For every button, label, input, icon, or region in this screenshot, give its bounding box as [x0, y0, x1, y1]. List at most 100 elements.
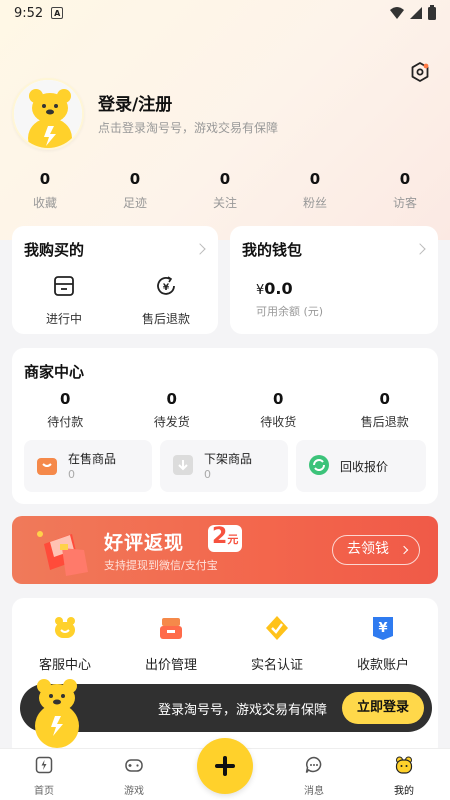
notification-icon: A: [51, 7, 64, 19]
stat-value: 0: [39, 170, 51, 188]
card-title: 商家中心: [24, 363, 85, 381]
stat-value: 0: [399, 170, 411, 188]
stat-value: 0: [309, 170, 321, 188]
amount-unit: 元: [227, 533, 239, 546]
bear-mascot-icon: [35, 679, 79, 748]
message-icon: [305, 756, 322, 773]
service-bid-management[interactable]: 出价管理: [118, 614, 224, 673]
red-envelope-hand-icon: [37, 531, 88, 576]
wallet-account-icon: ¥: [373, 617, 393, 640]
tile-on-sale[interactable]: 在售商品 0: [24, 440, 152, 492]
tile-label: 下架商品: [204, 452, 253, 466]
status-bar: 9:52 A: [0, 0, 450, 26]
login-hint: 点击登录淘号号，游戏交易有保障: [98, 121, 279, 135]
settings-icon[interactable]: [408, 60, 432, 84]
bear-icon: [395, 756, 413, 774]
tab-label: 我的: [394, 786, 414, 797]
wifi-icon: [390, 7, 404, 19]
stat-value: 0: [379, 390, 390, 408]
stat-value: 0: [60, 390, 71, 408]
stat-visitors[interactable]: 0 访客: [360, 170, 450, 211]
stat-history[interactable]: 0 足迹: [90, 170, 180, 211]
tab-label: 游戏: [124, 786, 144, 797]
stat-label: 待付款: [47, 415, 84, 429]
service-label: 出价管理: [144, 658, 197, 673]
signal-icon: [410, 7, 422, 19]
tile-label: 在售商品: [68, 452, 117, 466]
verify-icon: [266, 616, 288, 640]
after-sale-refund[interactable]: ¥ 售后退款: [126, 274, 206, 327]
claim-cash-button[interactable]: 去领钱: [332, 535, 420, 565]
tab-label: 首页: [34, 786, 54, 797]
service-label: 客服中心: [38, 658, 91, 673]
tab-home[interactable]: 首页: [14, 755, 74, 797]
amount-value: 2: [212, 524, 228, 549]
stat-value: 0: [166, 390, 177, 408]
tile-label: 回收报价: [340, 460, 389, 474]
home-icon: [35, 756, 53, 774]
stat-label: 待收货: [260, 415, 297, 429]
avatar[interactable]: [12, 78, 84, 150]
service-payment-account[interactable]: ¥ 收款账户: [330, 614, 436, 673]
chevron-right-icon: [414, 243, 426, 255]
stat-value: 0: [129, 170, 141, 188]
stat-pending-shipment[interactable]: 0 待发货: [119, 390, 226, 430]
orders-in-progress[interactable]: 进行中: [24, 274, 104, 327]
stat-label: 访客: [392, 196, 417, 210]
stat-followers[interactable]: 0 粉丝: [270, 170, 360, 211]
service-customer-center[interactable]: 客服中心: [12, 614, 118, 673]
banner-amount: 2元: [208, 524, 243, 552]
shopping-bag-icon: [37, 458, 57, 475]
tile-recycle-quote[interactable]: 回收报价: [296, 440, 426, 492]
merchant-center-card: 商家中心 0 待付款 0 待发货 0 待收货 0 售后退款 在售商品 0 下架商…: [12, 348, 438, 504]
service-label: 实名认证: [250, 658, 303, 673]
stat-label: 售后退款: [360, 415, 409, 429]
stat-label: 关注: [212, 196, 237, 210]
status-time: 9:52: [14, 5, 44, 21]
my-wallet-card[interactable]: 我的钱包 ¥0.0 可用余额 (元): [230, 226, 438, 334]
tile-count: 0: [204, 468, 211, 481]
login-register-link[interactable]: 登录/注册: [98, 90, 172, 115]
card-title: 我购买的: [24, 241, 85, 259]
login-prompt-text: 登录淘号号，游戏交易有保障: [158, 703, 328, 718]
svg-text:¥: ¥: [378, 621, 387, 636]
stat-pending-receipt[interactable]: 0 待收货: [225, 390, 332, 430]
publish-plus-button[interactable]: [197, 738, 253, 794]
stat-refunds[interactable]: 0 售后退款: [332, 390, 439, 430]
merchant-stats: 0 待付款 0 待发货 0 待收货 0 售后退款: [12, 390, 438, 430]
profile-stats: 0 收藏 0 足迹 0 关注 0 粉丝 0 访客: [0, 170, 450, 211]
stat-favorites[interactable]: 0 收藏: [0, 170, 90, 211]
chevron-right-icon: [399, 545, 409, 555]
balance-label: 可用余额 (元): [256, 305, 324, 318]
banner-subtitle: 支持提现到微信/支付宝: [104, 559, 218, 572]
stat-following[interactable]: 0 关注: [180, 170, 270, 211]
tab-label: 消息: [304, 786, 324, 797]
battery-icon: [428, 4, 436, 20]
stat-value: 0: [273, 390, 284, 408]
my-purchases-card[interactable]: 我购买的 进行中 ¥ 售后退款: [12, 226, 218, 334]
service-bear-icon: [55, 617, 75, 638]
svg-text:¥: ¥: [163, 283, 170, 293]
button-label: 去领钱: [347, 541, 389, 557]
chevron-right-icon: [194, 243, 206, 255]
stat-label: 足迹: [122, 196, 147, 210]
tab-mine[interactable]: 我的: [374, 755, 434, 797]
tile-count: 0: [68, 468, 75, 481]
tile-off-shelf[interactable]: 下架商品 0: [160, 440, 288, 492]
download-box-icon: [173, 455, 193, 475]
card-title: 我的钱包: [242, 241, 303, 259]
login-now-button[interactable]: 立即登录: [342, 692, 424, 724]
gamepad-icon: [125, 759, 143, 772]
stat-label: 待发货: [153, 415, 190, 429]
item-label: 售后退款: [141, 312, 190, 326]
stat-label: 收藏: [32, 196, 57, 210]
tab-messages[interactable]: 消息: [284, 755, 344, 797]
cashback-banner[interactable]: 好评返现 2元 支持提现到微信/支付宝 去领钱: [12, 516, 438, 584]
stat-label: 粉丝: [302, 196, 327, 210]
banner-title: 好评返现: [104, 532, 185, 554]
stat-value: 0: [219, 170, 231, 188]
stat-pending-payment[interactable]: 0 待付款: [12, 390, 119, 430]
wallet-balance: ¥0.0: [256, 279, 293, 298]
service-real-name[interactable]: 实名认证: [224, 614, 330, 673]
tab-games[interactable]: 游戏: [104, 755, 164, 797]
